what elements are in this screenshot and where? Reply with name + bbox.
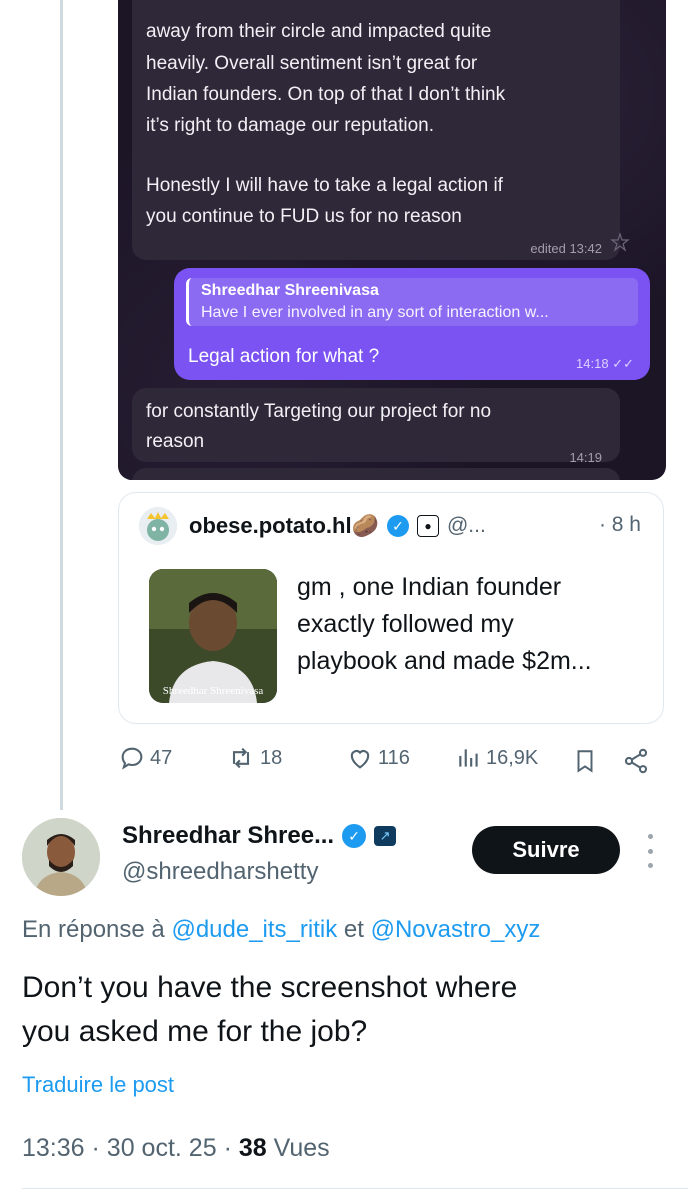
thumbnail-caption: Shreedhar Shreenivasa [162,685,264,697]
views-count: 38 [238,1134,267,1162]
quoted-author-handle: @... [446,514,486,537]
message-line: reason [146,431,205,452]
quoted-media-thumbnail[interactable]: Shreedhar Shreenivasa [149,569,277,703]
thread-connector-line [60,0,63,810]
message-line: heavily. Overall sentiment isn’t great f… [146,53,478,74]
share-icon[interactable] [622,746,650,776]
quoted-text-line: playbook and made $2m... [297,647,592,675]
message-line: Honestly I will have to take a legal act… [146,175,503,196]
reply-icon [121,747,143,770]
analytics-icon [459,749,478,767]
reply-quote-text: Have I ever involved in any sort of inte… [201,304,549,321]
like-count: 116 [378,746,410,769]
reply-prefix: En réponse à [22,916,165,943]
quoted-header: obese.potato.hl🥔 ✓ ● @... [189,513,486,539]
affiliate-badge-icon: ● [416,515,439,537]
message-time: 14:18 [576,356,609,371]
chat-message-outgoing: Shreedhar Shreenivasa Have I ever involv… [174,268,650,380]
repost-count: 18 [260,746,283,769]
author-handle[interactable]: @shreedharshetty [122,858,318,886]
reply-and: et [343,916,364,943]
quoted-text: gm , one Indian founder exactly followed… [297,569,592,680]
reply-quote: Shreedhar Shreenivasa Have I ever involv… [186,278,638,326]
verified-badge-icon: ✓ [386,515,409,537]
person-photo-icon [149,569,277,703]
message-text: Legal action for what ? [188,346,380,367]
post-text-line: Don’t you have the screenshot where [22,971,518,1004]
post-text-line: you asked me for the job? [22,1015,368,1048]
quoted-time: · 8 h [598,513,641,536]
reply-quote-name: Shreedhar Shreenivasa [201,282,379,299]
views-button[interactable]: 16,9K [456,744,538,772]
views-label: Vues [273,1134,330,1162]
message-line: Indian founders. On top of that I don’t … [146,84,506,105]
chat-message-incoming: away from their circle and impacted quit… [132,0,620,260]
quoted-author-avatar[interactable] [139,507,177,545]
reply-button[interactable]: 47 [118,744,172,772]
reply-mention-2[interactable]: @Novastro_xyz [371,916,541,943]
post-time[interactable]: 13:36 [22,1134,85,1162]
message-line: away from their circle and impacted quit… [146,21,492,42]
message-line: you continue to FUD us for no reason [146,206,462,227]
post-text: Don’t you have the screenshot where you … [22,966,517,1054]
translate-post-link[interactable]: Traduire le post [22,1072,174,1098]
message-line: it’s right to damage our reputation. [146,115,434,136]
heart-icon [350,750,370,769]
separator-dot: · [223,1134,232,1162]
double-check-icon: ✓✓ [612,356,634,371]
tweet-action-bar: 47 18 116 16,9K [118,744,658,780]
post-metadata: 13:36 · 30 oct. 25 · 38 Vues [22,1134,330,1163]
affiliate-badge-icon: ↗ [374,826,397,846]
message-timestamp: edited 13:42 [530,241,602,256]
quoted-author-name[interactable]: obese.potato.hl🥔 [189,513,379,539]
follow-button[interactable]: Suivre [472,826,620,874]
reply-context: En réponse à @dude_its_ritik et @Novastr… [22,916,540,944]
author-name-row: Shreedhar Shree... ✓ ↗ [122,822,397,850]
separator-dot: · [91,1134,100,1162]
repost-button[interactable]: 18 [226,744,282,772]
reply-mention-1[interactable]: @dude_its_ritik [171,916,337,943]
author-avatar[interactable] [22,818,100,896]
quoted-tweet-card[interactable]: obese.potato.hl🥔 ✓ ● @... · 8 h Shreedha… [118,492,664,724]
star-doodle-icon [610,232,630,252]
scroll-bubble [132,468,620,480]
repost-icon [232,747,250,769]
avatar-illustration-icon [139,507,177,545]
verified-badge-icon: ✓ [342,824,367,848]
chat-screenshot-image[interactable]: away from their circle and impacted quit… [118,0,666,480]
message-timestamp: 14:18 ✓✓ [576,356,634,372]
like-button[interactable]: 116 [346,744,410,772]
views-count: 16,9K [486,746,539,769]
author-name[interactable]: Shreedhar Shree... [122,822,334,850]
author-photo-icon [22,818,100,896]
message-line: for constantly Targeting our project for… [146,401,492,422]
quoted-text-line: gm , one Indian founder [297,573,562,601]
more-options-icon[interactable] [645,834,655,868]
reply-count: 47 [150,746,173,769]
quoted-text-line: exactly followed my [297,610,514,638]
chat-message-incoming: for constantly Targeting our project for… [132,388,620,465]
bottom-divider [22,1188,688,1189]
bookmark-icon[interactable] [572,746,598,776]
post-date[interactable]: 30 oct. 25 [107,1134,217,1162]
